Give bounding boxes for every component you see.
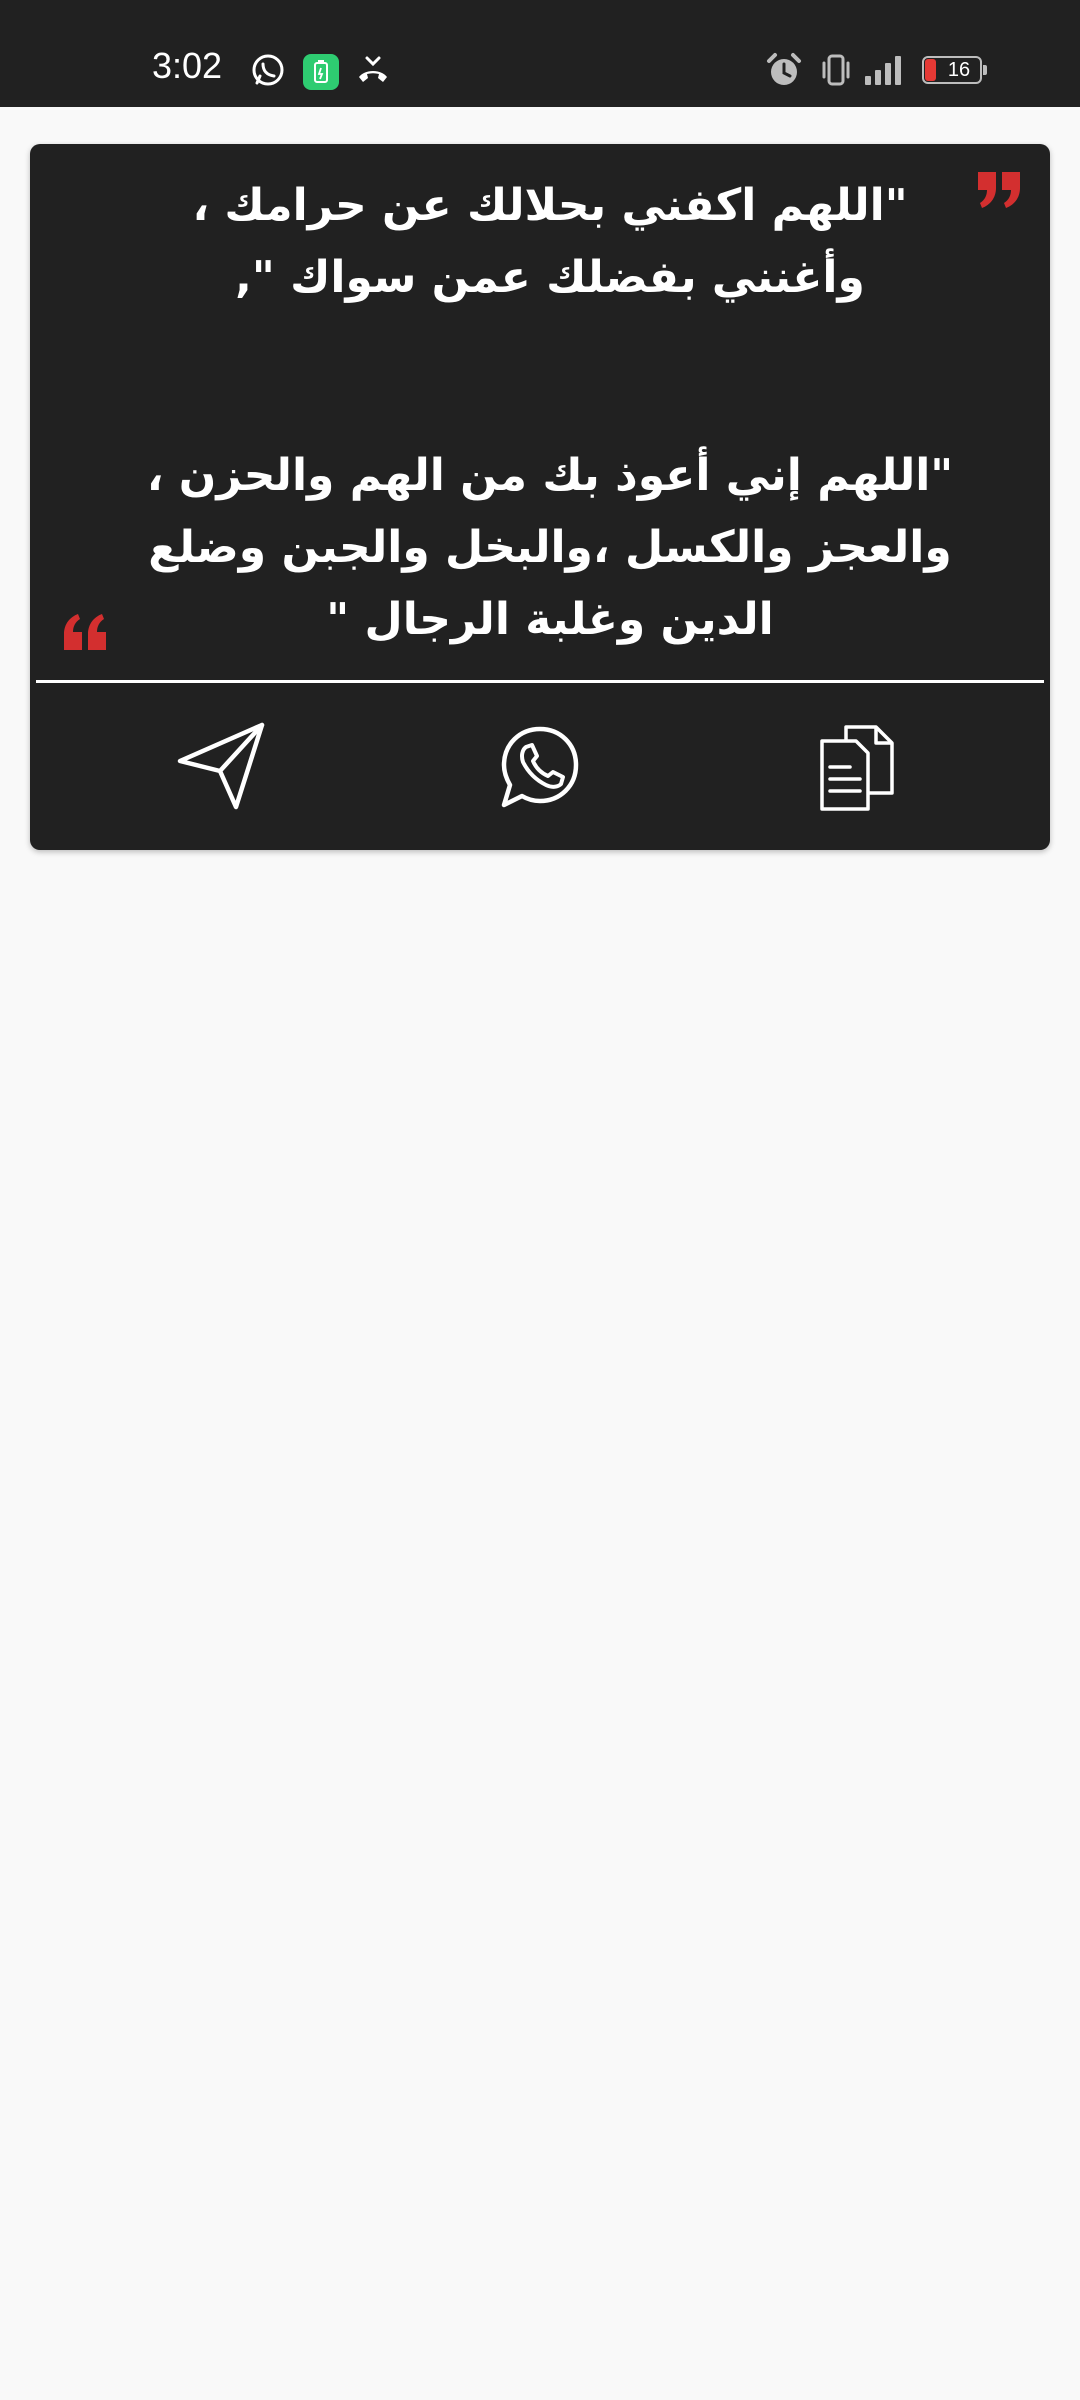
quote-text-1: "اللهم اكفني بحلالك عن حرامك ، وأغنني بف… (192, 180, 908, 303)
status-bar: 3:02 16 (0, 0, 1080, 107)
whatsapp-notification-icon (250, 50, 286, 90)
card-divider (36, 680, 1044, 683)
missed-call-icon (354, 50, 392, 90)
quote-text-2: "اللهم إني أعوذ بك من الهم والحزن ، والع… (146, 450, 954, 645)
battery-fill (925, 59, 936, 81)
share-button[interactable] (167, 712, 277, 822)
vibrate-icon (818, 50, 854, 90)
share-icon (177, 722, 265, 810)
quote-open-mark-icon (62, 612, 108, 652)
signal-icon (862, 50, 906, 90)
whatsapp-icon (501, 726, 579, 808)
alarm-icon (764, 50, 804, 90)
quote-close-mark-icon (976, 170, 1022, 210)
battery-icon: 16 (922, 56, 992, 86)
quote-card: "اللهم اكفني بحلالك عن حرامك ، وأغنني بف… (30, 144, 1050, 850)
copy-icon (820, 725, 894, 811)
status-time: 3:02 (152, 45, 223, 86)
whatsapp-share-button[interactable] (485, 712, 595, 822)
copy-button[interactable] (803, 712, 913, 822)
battery-level: 16 (947, 59, 971, 81)
battery-saver-icon (302, 52, 340, 92)
battery-tip (983, 65, 987, 75)
